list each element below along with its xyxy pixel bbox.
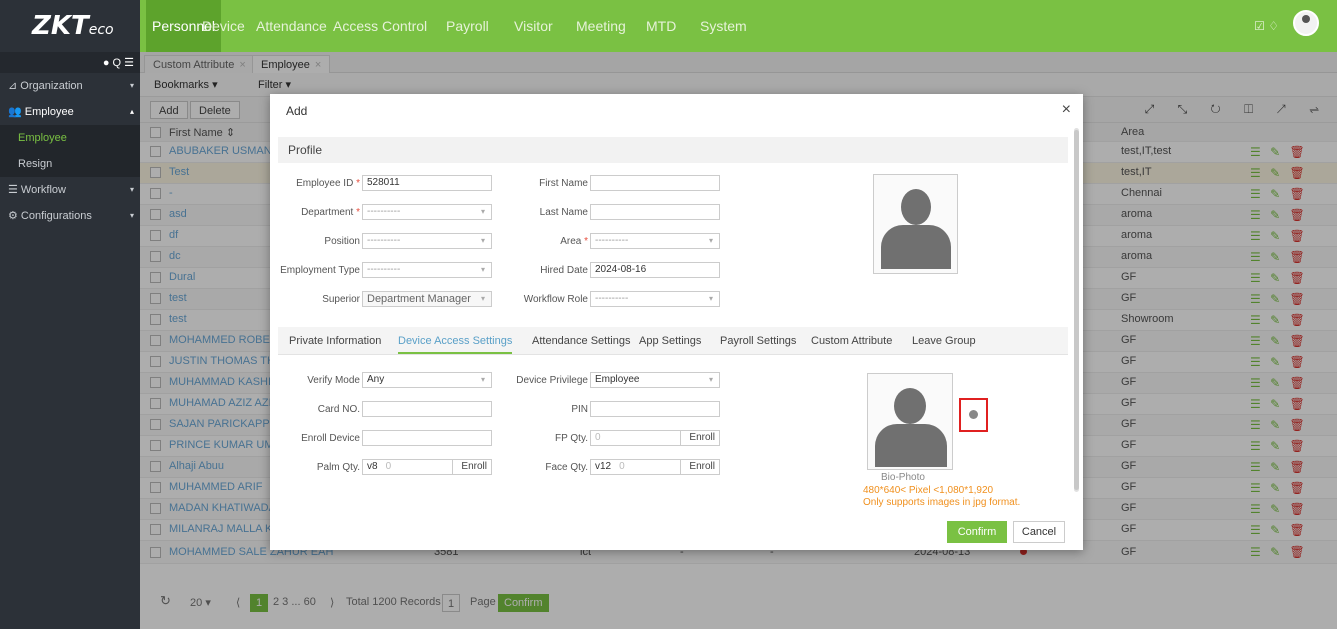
workflow-role-select[interactable]: ---------- ▾ [590, 291, 720, 307]
notification-icons[interactable]: ☑ ♢ [1254, 19, 1279, 33]
nav-visitor[interactable]: Visitor [508, 0, 559, 52]
pin-input[interactable] [590, 401, 720, 417]
sidebar-sub-employee[interactable]: Employee [0, 125, 140, 151]
sidebar: ● Q ☰ ⊿ Organization ▾ 👥 Employee ▴ Employ… [0, 52, 140, 629]
department-select[interactable]: ---------- ▾ [362, 204, 492, 220]
close-icon[interactable]: × [1062, 101, 1071, 119]
employee-id-label: Employee ID * [296, 178, 360, 189]
profile-section-header: Profile [278, 137, 1068, 163]
nav-mtd[interactable]: MTD [640, 0, 682, 52]
pin-label: PIN [571, 404, 588, 415]
sidebar-tools-icons[interactable]: ● Q ☰ [0, 52, 140, 73]
sidebar-sub-resign[interactable]: Resign [0, 151, 140, 177]
last-name-label: Last Name [539, 207, 588, 218]
tab-private-information[interactable]: Private Information [289, 335, 381, 347]
employee-settings-tabs: Private Information Device Access Settin… [278, 327, 1068, 355]
user-avatar-icon[interactable] [1293, 10, 1319, 36]
tab-attendance-settings[interactable]: Attendance Settings [532, 335, 630, 347]
sidebar-item-employee[interactable]: 👥 Employee ▴ [0, 99, 140, 125]
position-label: Position [324, 236, 360, 247]
enroll-device-label: Enroll Device [301, 433, 360, 444]
department-label: Department * [301, 207, 360, 218]
add-employee-dialog: Add × Profile Employee ID * 528011 First… [270, 94, 1083, 550]
nav-meeting[interactable]: Meeting [570, 0, 632, 52]
position-select[interactable]: ---------- ▾ [362, 233, 492, 249]
nav-payroll[interactable]: Payroll [440, 0, 495, 52]
nav-attendance[interactable]: Attendance [250, 0, 333, 52]
info-icon[interactable] [969, 410, 978, 419]
tab-payroll-settings[interactable]: Payroll Settings [720, 335, 796, 347]
hired-date-input[interactable]: 2024-08-16 [590, 262, 720, 278]
bio-photo-label: Bio-Photo [881, 472, 925, 483]
first-name-label: First Name [539, 178, 588, 189]
confirm-button[interactable]: Confirm [947, 521, 1007, 543]
dialog-title: Add [286, 104, 308, 118]
profile-photo-upload[interactable] [873, 174, 958, 274]
tab-device-access-settings[interactable]: Device Access Settings [398, 335, 513, 354]
hired-date-label: Hired Date [540, 265, 588, 276]
fp-enroll-button[interactable]: Enroll [680, 431, 715, 445]
verify-mode-label: Verify Mode [307, 375, 360, 386]
tab-leave-group[interactable]: Leave Group [912, 335, 976, 347]
cancel-button[interactable]: Cancel [1013, 521, 1065, 543]
palm-enroll-button[interactable]: Enroll [452, 460, 487, 474]
palm-qty-label: Palm Qty. [316, 462, 360, 473]
face-qty-field: v12 0 Enroll [590, 459, 720, 475]
enroll-device-input[interactable] [362, 430, 492, 446]
person-silhouette-icon [901, 189, 931, 225]
dialog-scrollbar[interactable] [1074, 128, 1079, 492]
superior-select[interactable]: Department Manager ▾ [362, 291, 492, 307]
palm-qty-field: v8 0 Enroll [362, 459, 492, 475]
tab-app-settings[interactable]: App Settings [639, 335, 701, 347]
employment-type-select[interactable]: ---------- ▾ [362, 262, 492, 278]
nav-device[interactable]: Device [196, 0, 251, 52]
device-privilege-label: Device Privilege [516, 375, 588, 386]
employment-type-label: Employment Type [280, 265, 360, 276]
tab-custom-attribute[interactable]: Custom Attribute [811, 335, 892, 347]
area-label: Area * [560, 236, 588, 247]
workflow-role-label: Workflow Role [523, 294, 588, 305]
verify-mode-select[interactable]: Any ▾ [362, 372, 492, 388]
nav-system[interactable]: System [694, 0, 753, 52]
first-name-input[interactable] [590, 175, 720, 191]
sidebar-item-configurations[interactable]: ⚙ Configurations ▾ [0, 203, 140, 229]
person-silhouette-icon [894, 388, 926, 424]
nav-access-control[interactable]: Access Control [327, 0, 433, 52]
area-select[interactable]: ---------- ▾ [590, 233, 720, 249]
bio-photo-upload[interactable] [867, 373, 953, 470]
face-qty-label: Face Qty. [545, 462, 588, 473]
bio-photo-format-note: Only supports images in jpg format. [863, 497, 1021, 508]
employee-id-input[interactable]: 528011 [362, 175, 492, 191]
card-no-label: Card NO. [317, 404, 360, 415]
card-no-input[interactable] [362, 401, 492, 417]
fp-qty-field: 0 Enroll [590, 430, 720, 446]
zkteco-logo: ZKTeco [0, 0, 140, 52]
fp-qty-label: FP Qty. [555, 433, 588, 444]
sidebar-item-organization[interactable]: ⊿ Organization ▾ [0, 73, 140, 99]
face-enroll-button[interactable]: Enroll [680, 460, 715, 474]
superior-label: Superior [322, 294, 360, 305]
last-name-input[interactable] [590, 204, 720, 220]
sidebar-item-workflow[interactable]: ☰ Workflow ▾ [0, 177, 140, 203]
device-privilege-select[interactable]: Employee ▾ [590, 372, 720, 388]
bio-photo-size-note: 480*640< Pixel <1,080*1,920 [863, 485, 994, 496]
top-nav-bar: ZKTeco Personnel Device Attendance Acces… [0, 0, 1337, 52]
